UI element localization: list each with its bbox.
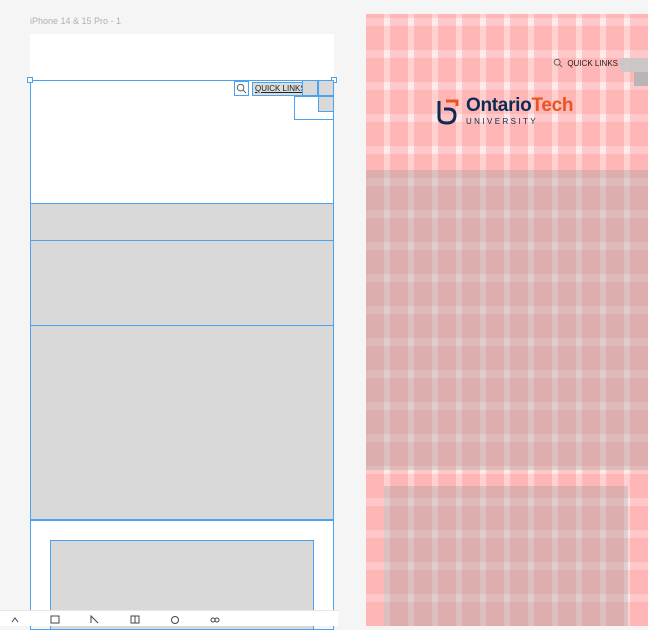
quick-links-label[interactable]: QUICK LINKS <box>567 59 618 68</box>
plugins-icon[interactable] <box>210 614 220 624</box>
ontario-tech-logo: OntarioTech UNIVERSITY <box>436 95 574 126</box>
preview-menu-square <box>620 58 648 72</box>
design-canvas[interactable]: iPhone 14 & 15 Pro - 1 QUICK LINKS QUICK… <box>0 0 648 630</box>
move-icon[interactable] <box>10 614 20 624</box>
menu-square-2[interactable] <box>318 80 334 96</box>
resize-handle-top-left[interactable] <box>27 77 33 83</box>
section-block-2[interactable] <box>30 240 334 326</box>
section-block-3[interactable] <box>30 325 334 520</box>
frame-icon[interactable] <box>50 614 60 624</box>
preview-grey-card <box>384 486 628 626</box>
menu-square[interactable] <box>302 80 318 96</box>
preview-grey-area <box>366 170 648 470</box>
logo-subtitle: UNIVERSITY <box>466 117 539 126</box>
header-component[interactable] <box>30 80 334 204</box>
section-block-1[interactable] <box>30 203 334 241</box>
logo-wordmark: OntarioTech <box>466 95 574 116</box>
quick-links-group[interactable]: QUICK LINKS <box>234 81 309 96</box>
logo-word-ontario: Ontario <box>466 95 532 116</box>
comment-icon[interactable] <box>170 614 180 624</box>
preview-panel: QUICK LINKS OntarioTech UNIVERSITY <box>366 14 648 626</box>
university-shield-icon <box>437 99 459 125</box>
frame-label[interactable]: iPhone 14 & 15 Pro - 1 <box>30 16 121 26</box>
table-icon[interactable] <box>130 614 140 624</box>
quick-links-link[interactable]: QUICK LINKS <box>252 81 309 96</box>
pen-icon[interactable] <box>90 614 100 624</box>
bottom-toolbar <box>0 610 338 626</box>
phone-frame[interactable]: QUICK LINKS <box>27 34 337 630</box>
logo-word-tech: Tech <box>531 95 574 116</box>
search-icon[interactable] <box>553 58 563 68</box>
menu-selection[interactable] <box>294 96 334 120</box>
preview-menu-square-2 <box>634 72 648 86</box>
preview-quick-links[interactable]: QUICK LINKS <box>553 58 618 68</box>
search-icon[interactable] <box>234 81 249 96</box>
